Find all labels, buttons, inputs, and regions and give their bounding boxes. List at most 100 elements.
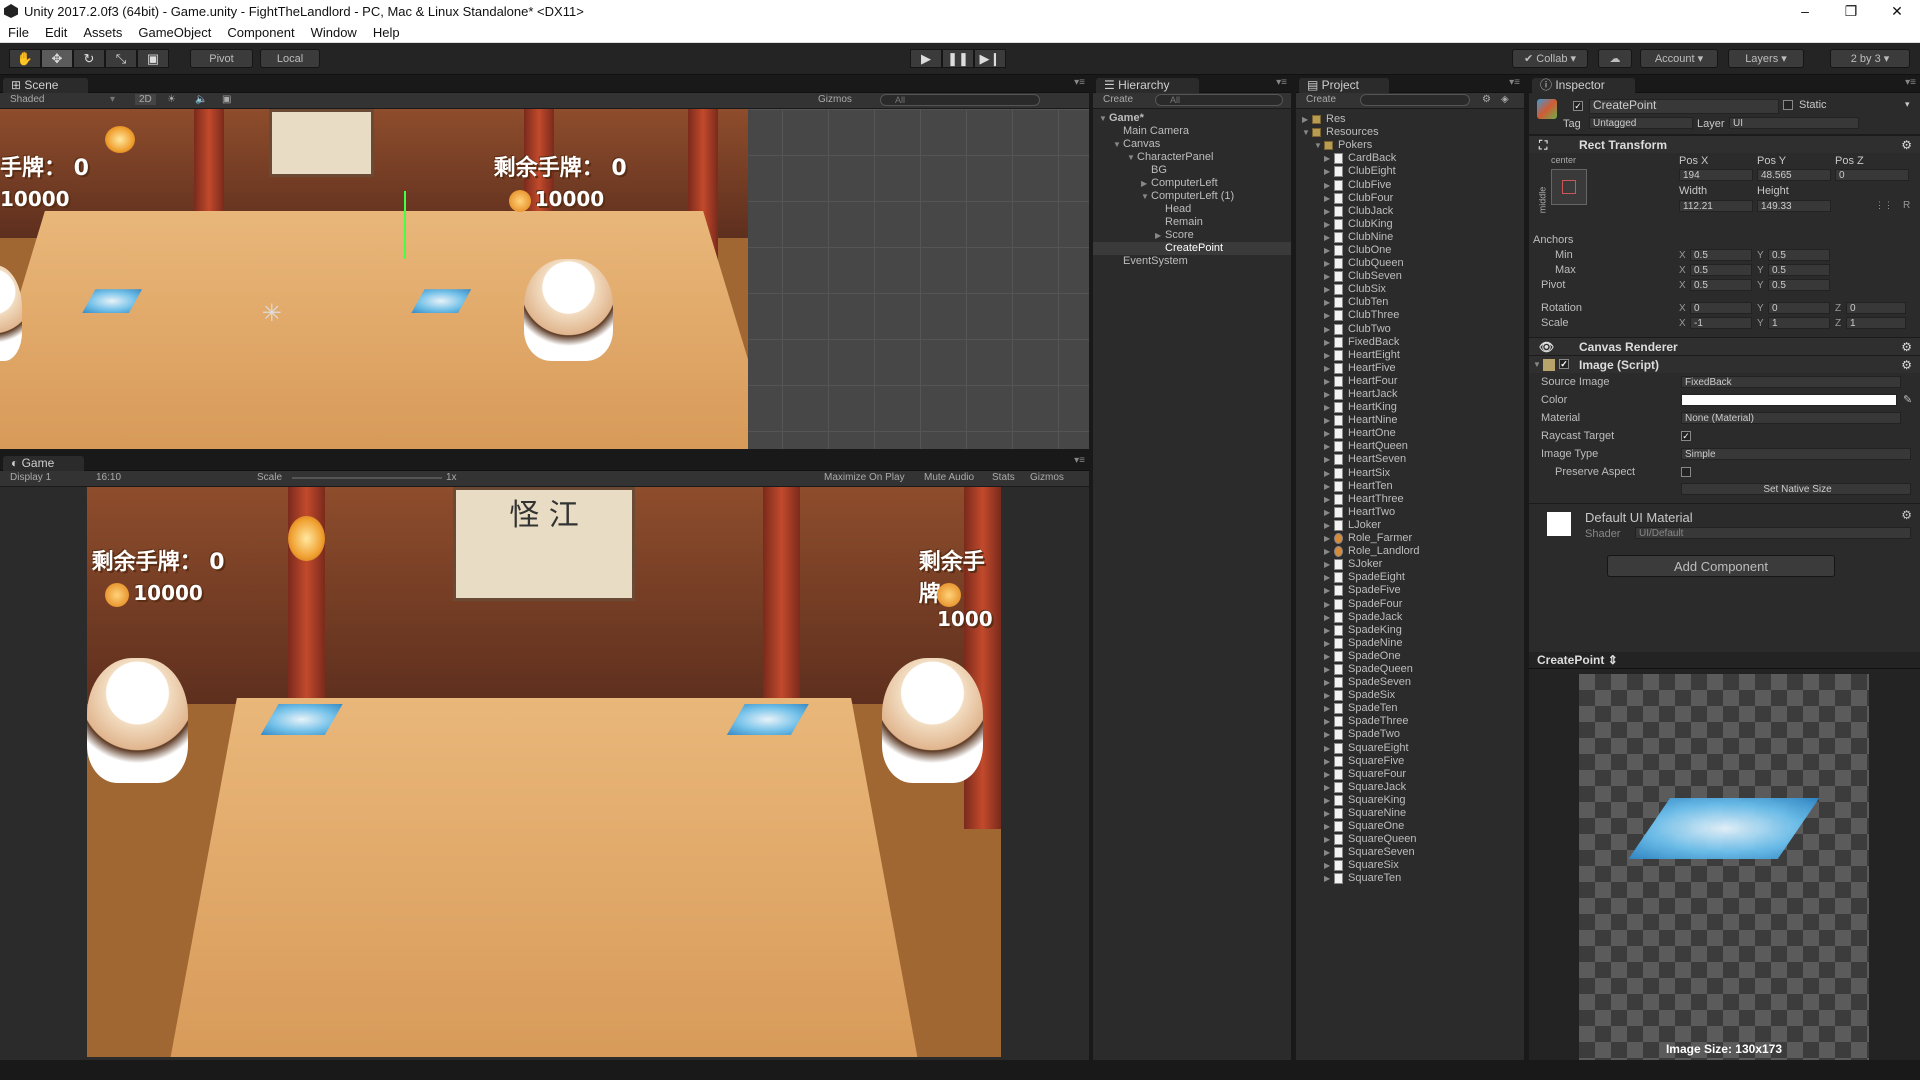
project-asset[interactable]: ▶ FixedBack	[1302, 336, 1524, 349]
asset-expand-arrow[interactable]: ▶	[1324, 375, 1334, 388]
asset-expand-arrow[interactable]: ▶	[1324, 192, 1334, 205]
project-asset[interactable]: ▶ ClubTen	[1302, 296, 1524, 309]
axis-z-field[interactable]: 0	[1846, 302, 1906, 314]
project-asset[interactable]: ▶ SquareKing	[1302, 794, 1524, 807]
project-asset[interactable]: ▶ HeartQueen	[1302, 440, 1524, 453]
project-asset[interactable]: ▶ ClubKing	[1302, 218, 1524, 231]
collab-dropdown[interactable]: ✔ Collab ▾	[1512, 49, 1588, 68]
project-folder[interactable]: ▶ Res	[1302, 113, 1524, 126]
2d-toggle[interactable]: 2D	[135, 94, 156, 105]
axis-x-field[interactable]: -1	[1690, 317, 1752, 329]
asset-expand-arrow[interactable]: ▶	[1324, 165, 1334, 178]
posx-field[interactable]: 194	[1679, 169, 1753, 181]
local-toggle[interactable]: Local	[260, 49, 320, 68]
asset-expand-arrow[interactable]: ▶	[1324, 362, 1334, 375]
tab-game[interactable]: ◐ Game	[3, 456, 85, 471]
scene-view[interactable]: 手牌： 0 10000 剩余手牌： 0 10000 ✳	[0, 109, 1089, 449]
asset-expand-arrow[interactable]: ▶	[1324, 218, 1334, 231]
material-settings-icon[interactable]: ⚙	[1901, 508, 1912, 522]
asset-expand-arrow[interactable]: ▶	[1324, 833, 1334, 846]
project-search-input[interactable]	[1360, 94, 1470, 106]
project-asset[interactable]: ▶ SpadeSix	[1302, 689, 1524, 702]
project-asset[interactable]: ▶ HeartThree	[1302, 493, 1524, 506]
inspector-menu-icon[interactable]: ▾≡	[1905, 77, 1916, 88]
audio-toggle-icon[interactable]: 🔈	[195, 94, 207, 105]
lighting-toggle-icon[interactable]: ☀	[167, 94, 176, 105]
shader-dropdown[interactable]: UI/Default	[1635, 527, 1911, 539]
game-gizmos-dropdown[interactable]: Gizmos	[1030, 472, 1064, 483]
tree-expand-arrow[interactable]: ▼	[1113, 138, 1123, 151]
asset-expand-arrow[interactable]: ▶	[1324, 781, 1334, 794]
project-menu-icon[interactable]: ▾≡	[1509, 77, 1520, 88]
asset-expand-arrow[interactable]: ▶	[1324, 676, 1334, 689]
panel-menu-icon[interactable]: ▾≡	[1074, 77, 1085, 88]
project-asset[interactable]: ▶ SpadeKing	[1302, 624, 1524, 637]
asset-expand-arrow[interactable]: ▶	[1324, 179, 1334, 192]
asset-expand-arrow[interactable]: ▶	[1324, 493, 1334, 506]
axis-y-field[interactable]: 1	[1768, 317, 1830, 329]
project-asset[interactable]: ▶ SpadeNine	[1302, 637, 1524, 650]
project-asset[interactable]: ▶ ClubSix	[1302, 283, 1524, 296]
project-asset[interactable]: ▶ LJoker	[1302, 519, 1524, 532]
project-folder[interactable]: ▼ Pokers	[1302, 139, 1524, 152]
axis-z-field[interactable]: 1	[1846, 317, 1906, 329]
project-asset[interactable]: ▶ HeartTwo	[1302, 506, 1524, 519]
set-native-size-button[interactable]: Set Native Size	[1681, 483, 1911, 495]
project-asset[interactable]: ▶ ClubTwo	[1302, 323, 1524, 336]
game-view[interactable]: 怪 江 剩余手牌： 0 10000 剩余手牌 1000	[87, 487, 1001, 1057]
axis-y-field[interactable]: 0.5	[1768, 279, 1830, 291]
height-field[interactable]: 149.33	[1757, 200, 1831, 212]
minimize-button[interactable]: –	[1782, 0, 1828, 22]
project-asset[interactable]: ▶ HeartFive	[1302, 362, 1524, 375]
width-field[interactable]: 112.21	[1679, 200, 1753, 212]
mute-audio-toggle[interactable]: Mute Audio	[924, 472, 974, 483]
hierarchy-item[interactable]: Remain	[1093, 216, 1291, 229]
rect-tool-icon[interactable]: ▣	[137, 49, 169, 68]
project-asset[interactable]: ▶ SquareNine	[1302, 807, 1524, 820]
menu-component[interactable]: Component	[219, 25, 302, 40]
hierarchy-item[interactable]: BG	[1093, 164, 1291, 177]
filter-label-icon[interactable]: ◈	[1501, 94, 1509, 105]
folder-expand-arrow[interactable]: ▶	[1302, 113, 1312, 126]
project-asset[interactable]: ▶ SpadeThree	[1302, 715, 1524, 728]
image-script-header[interactable]: ▼ ✓ Image (Script) ⚙	[1529, 355, 1920, 373]
hierarchy-menu-icon[interactable]: ▾≡	[1276, 77, 1287, 88]
posz-field[interactable]: 0	[1835, 169, 1909, 181]
asset-expand-arrow[interactable]: ▶	[1324, 598, 1334, 611]
play-button-icon[interactable]: ▶	[910, 49, 942, 68]
tab-inspector[interactable]: ⓘ Inspector	[1532, 78, 1635, 93]
asset-expand-arrow[interactable]: ▶	[1324, 414, 1334, 427]
project-asset[interactable]: ▶ HeartEight	[1302, 349, 1524, 362]
pause-button-icon[interactable]: ❚❚	[942, 49, 974, 68]
menu-file[interactable]: File	[0, 25, 37, 40]
pivot-toggle[interactable]: Pivot	[190, 49, 253, 68]
asset-expand-arrow[interactable]: ▶	[1324, 728, 1334, 741]
move-tool-icon[interactable]: ✥	[41, 49, 73, 68]
rect-transform-settings-icon[interactable]: ⚙	[1901, 136, 1912, 154]
project-asset[interactable]: ▶ HeartTen	[1302, 480, 1524, 493]
canvas-renderer-header[interactable]: 👁 Canvas Renderer ⚙	[1529, 337, 1920, 355]
tab-hierarchy[interactable]: ☰ Hierarchy	[1096, 78, 1200, 93]
asset-expand-arrow[interactable]: ▶	[1324, 480, 1334, 493]
static-checkbox[interactable]	[1783, 100, 1793, 110]
asset-expand-arrow[interactable]: ▶	[1324, 611, 1334, 624]
asset-expand-arrow[interactable]: ▶	[1324, 336, 1334, 349]
project-asset[interactable]: ▶ SquareEight	[1302, 742, 1524, 755]
axis-y-field[interactable]: 0.5	[1768, 249, 1830, 261]
close-button[interactable]: ✕	[1874, 0, 1920, 22]
hierarchy-item[interactable]: ▼ CharacterPanel	[1093, 151, 1291, 164]
tab-project[interactable]: ▤ Project	[1299, 78, 1390, 93]
game-panel-menu-icon[interactable]: ▾≡	[1074, 455, 1085, 466]
asset-expand-arrow[interactable]: ▶	[1324, 453, 1334, 466]
menu-assets[interactable]: Assets	[75, 25, 130, 40]
cloud-icon[interactable]: ☁	[1598, 49, 1632, 68]
preserve-aspect-checkbox[interactable]	[1681, 467, 1691, 477]
asset-expand-arrow[interactable]: ▶	[1324, 715, 1334, 728]
asset-expand-arrow[interactable]: ▶	[1324, 296, 1334, 309]
color-swatch[interactable]	[1681, 394, 1897, 406]
layout-dropdown[interactable]: 2 by 3 ▾	[1830, 49, 1910, 68]
asset-expand-arrow[interactable]: ▶	[1324, 532, 1334, 545]
scale-tool-icon[interactable]: ⤡	[105, 49, 137, 68]
asset-expand-arrow[interactable]: ▶	[1324, 846, 1334, 859]
tag-dropdown[interactable]: Untagged	[1589, 117, 1693, 129]
